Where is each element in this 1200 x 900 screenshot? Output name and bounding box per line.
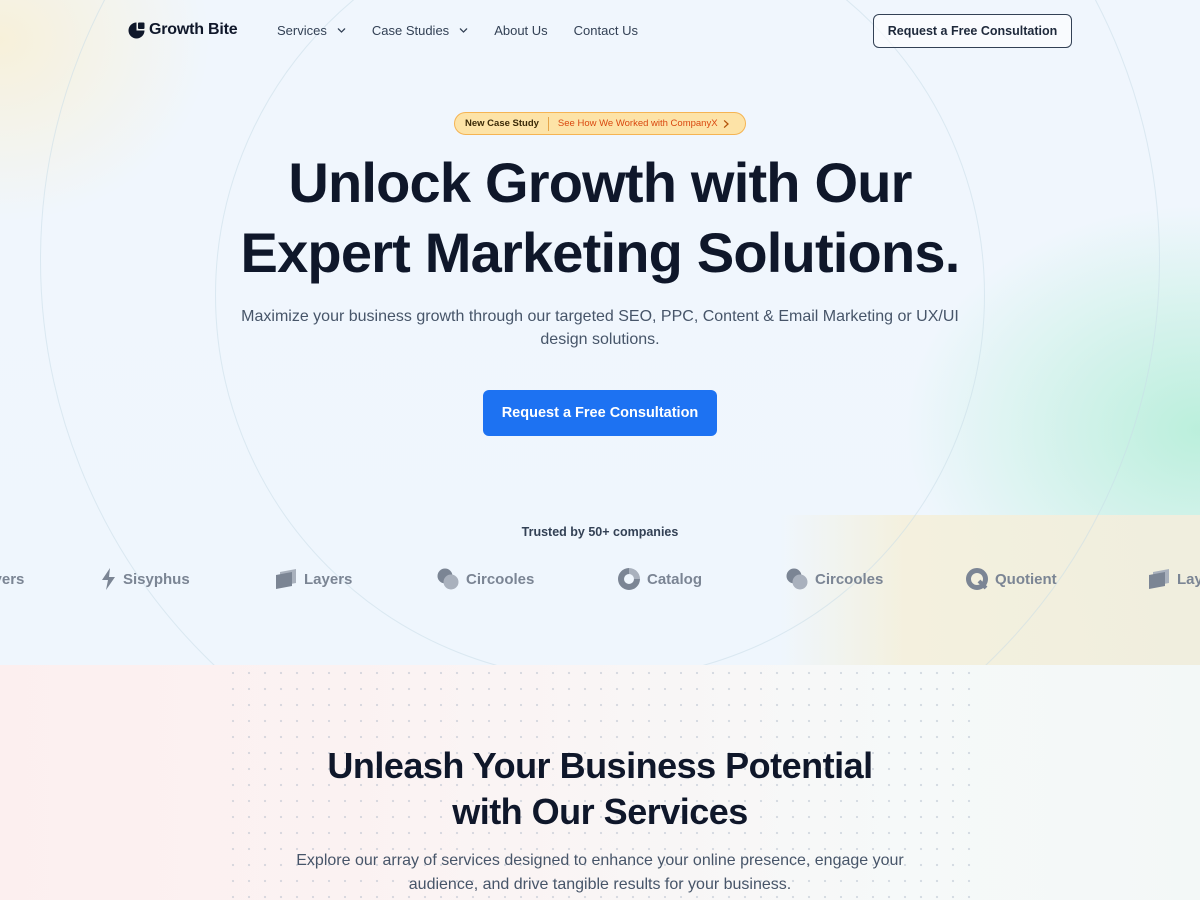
circles-icon	[437, 568, 459, 590]
trusted-by-label: Trusted by 50+ companies	[521, 525, 679, 539]
nav-item-label: Contact Us	[573, 23, 638, 38]
client-logo: Layers	[274, 566, 352, 592]
bolt-icon	[102, 568, 115, 590]
nav-item-contact-us[interactable]: Contact Us	[574, 23, 638, 38]
hero-title-line-1: Unlock Growth with Our	[288, 151, 912, 214]
client-logo-name: Quotient	[995, 570, 1057, 588]
services-title: Unleash Your Business Potential with Our…	[0, 743, 1200, 835]
services-subtitle: Explore our array of services designed t…	[296, 852, 904, 893]
chevron-down-icon	[337, 28, 346, 33]
badge-link-label: See How We Worked with CompanyX	[557, 118, 718, 129]
new-case-study-badge[interactable]: New Case Study See How We Worked with Co…	[454, 112, 746, 135]
nav-item-label: About Us	[494, 23, 548, 38]
catalog-icon	[618, 568, 640, 590]
layers-icon	[276, 569, 296, 589]
circles-icon	[786, 568, 808, 590]
client-logo-name: Layers	[0, 570, 25, 588]
brand-logo[interactable]: Growth Bite	[128, 21, 238, 39]
client-logo-strip: Layers Sisyphus Layers Circooles Catalog…	[0, 566, 1200, 594]
nav-item-label: Services	[277, 23, 327, 38]
client-logo-name: Layers	[1177, 570, 1200, 588]
client-logo: Quotient	[965, 566, 1057, 592]
client-logo: Sisyphus	[100, 566, 190, 592]
chevron-right-icon	[723, 119, 729, 128]
client-logo-name: Sisyphus	[123, 570, 190, 588]
client-logo-name: Circooles	[466, 570, 535, 588]
hero-consultation-button[interactable]: Request a Free Consultation	[483, 390, 717, 436]
nav-item-case-studies[interactable]: Case Studies	[372, 23, 468, 38]
badge-link[interactable]: See How We Worked with CompanyX	[549, 118, 730, 129]
client-logo: Layers	[0, 566, 24, 592]
layers-icon	[1149, 569, 1169, 589]
services-title-line-1: Unleash Your Business Potential	[327, 745, 873, 786]
client-logo: Layers	[1147, 566, 1200, 592]
nav-consultation-button[interactable]: Request a Free Consultation	[873, 14, 1072, 48]
chevron-down-icon	[459, 28, 468, 33]
client-logo: Catalog	[617, 566, 702, 592]
client-logo: Circooles	[436, 566, 534, 592]
client-logo: Circooles	[785, 566, 883, 592]
nav-links: Services Case Studies About Us Contact U…	[277, 23, 638, 38]
client-logo-name: Catalog	[647, 570, 703, 588]
hero-subtitle: Maximize your business growth through ou…	[241, 308, 959, 348]
top-navigation: Growth Bite Services Case Studies About …	[0, 0, 1200, 62]
hero-title: Unlock Growth with Our Expert Marketing …	[0, 148, 1200, 288]
services-title-line-2: with Our Services	[452, 791, 748, 832]
nav-item-services[interactable]: Services	[277, 23, 346, 38]
badge-tag: New Case Study	[455, 116, 549, 131]
client-logo-name: Circooles	[815, 570, 884, 588]
brand-name: Growth Bite	[149, 21, 238, 38]
hero-title-line-2: Expert Marketing Solutions.	[240, 221, 961, 284]
nav-item-label: Case Studies	[371, 23, 450, 38]
quotient-icon	[966, 568, 988, 590]
growth-bite-logo-icon	[128, 22, 145, 39]
services-section: Unleash Your Business Potential with Our…	[0, 665, 1200, 900]
client-logo-name: Layers	[304, 570, 353, 588]
nav-item-about-us[interactable]: About Us	[494, 23, 547, 38]
